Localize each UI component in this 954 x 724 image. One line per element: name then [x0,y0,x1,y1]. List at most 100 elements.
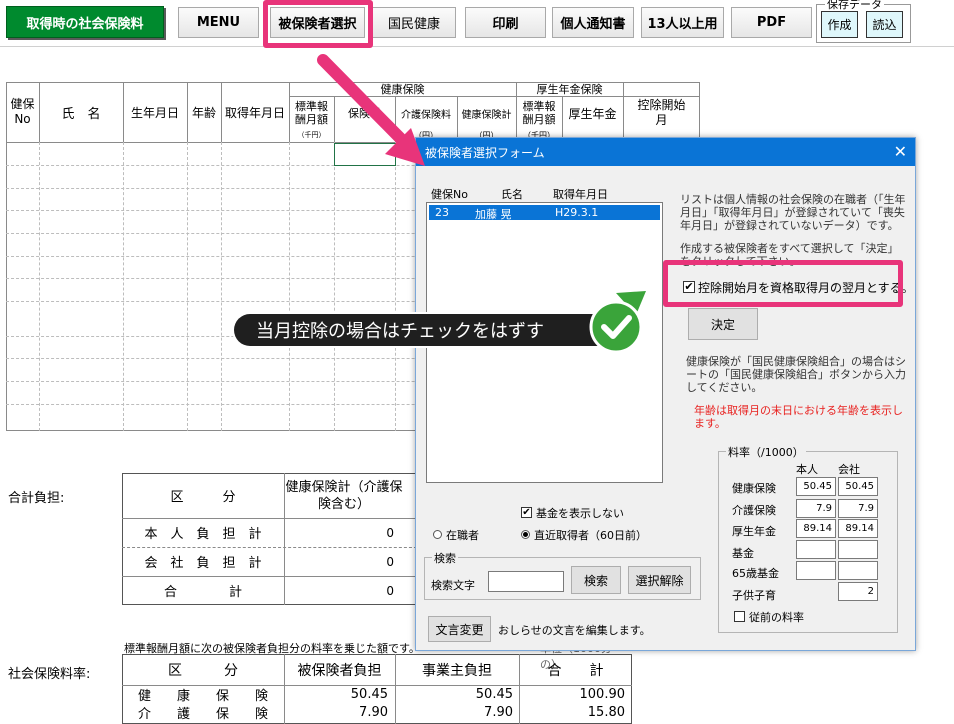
total-row-value: 0 [386,583,394,598]
pdf-button[interactable]: PDF [731,7,812,38]
grid-col [123,142,124,431]
grid-col [334,142,335,431]
total-row-value: 0 [386,554,394,569]
search-button[interactable]: 検索 [571,566,621,594]
header-age: 年齢 [191,105,216,120]
total-row-value: 0 [386,525,394,540]
radio-recent[interactable] [521,530,530,539]
create-button[interactable]: 作成 [821,11,858,38]
callout-text: 当月控除の場合はチェックをはずす [256,321,544,342]
age-note: 年齢は取得月の末日における年齢を表示します。 [694,404,903,430]
dialog-titlebar[interactable]: 被保険者選択フォーム [416,138,915,166]
rate-health-company[interactable]: 50.45 [838,477,878,496]
list-item-no: 23 [435,206,449,219]
load-button[interactable]: 読込 [866,11,903,38]
old-rate-checkbox[interactable] [734,611,745,622]
search-group-legend: 検索 [432,550,458,566]
list-header-name: 氏名 [501,188,523,201]
callout-banner: 当月控除の場合はチェックをはずす [234,314,620,346]
rate-row-employer: 50.45 [475,687,513,702]
highlight-select-insured [263,0,373,48]
total-row-label: 本 人 負 担 計 [144,527,262,542]
rate-row-label: 健 康 保 険 [137,689,268,704]
rate-fund-company[interactable] [838,540,878,559]
text-change-note: おしらせの文言を編集します。 [498,624,651,637]
hide-fund-checkbox[interactable]: ✔ [521,507,532,518]
hide-fund-label: 基金を表示しない [536,507,624,520]
clear-selection-button[interactable]: 選択解除 [628,566,691,594]
rate-group-legend: 料率（/1000） [726,444,806,460]
rate-label-child: 子供子育 [732,589,776,602]
rate-row-insured: 7.90 [359,705,388,720]
total-row-label: 合 計 [163,585,242,600]
rate-label-pension: 厚生年金 [732,525,776,538]
rate-fund65-person[interactable] [796,561,836,580]
list-item[interactable]: 23 加藤 晃 H29.3.1 [429,205,660,221]
rate-col-total: 合 計 [547,662,604,679]
decide-button[interactable]: 決定 [688,308,758,340]
rate-row-insured: 50.45 [350,687,388,702]
highlight-deduct-checkbox [663,260,903,307]
grid-col [289,142,290,431]
menu-button[interactable]: MENU [178,7,259,38]
search-input[interactable] [488,571,564,592]
header-deduct-start: 控除開始月 [637,98,686,127]
header-pension-std: 標準報酬月額 [522,100,556,126]
rate-fund65-company[interactable] [838,561,878,580]
rate-col-employer: 事業主負担 [422,662,492,679]
rate-row-total: 15.80 [587,705,625,720]
header-birth: 生年月日 [130,105,179,120]
national-health-button[interactable]: 国民健康 [372,7,456,38]
header-pension-group: 厚生年金保険 [536,83,603,96]
total-col-category: 区 分 [170,490,236,505]
list-header-no: 健保No [431,188,468,201]
grid-col [187,142,188,431]
list-description: リストは個人情報の社会保険の在職者（「生年月日」「取得年月日」が登録されていて「… [680,193,906,232]
rate-care-company[interactable]: 7.9 [838,499,878,518]
rate-label-care: 介護保険 [732,504,776,517]
rate-row-total: 100.90 [579,687,626,702]
grid-col [221,142,222,431]
print-button[interactable]: 印刷 [465,7,546,38]
toolbar-divider [0,46,954,47]
check-badge-icon [589,291,646,354]
rate-pension-company[interactable]: 89.14 [838,519,878,538]
header-kenpo-no: 健保No [10,97,35,126]
rate-child-company[interactable]: 2 [838,582,878,601]
radio-active[interactable] [433,530,442,539]
header-pension: 厚生年金 [568,106,617,121]
pointer-arrow-icon [317,54,425,166]
rate-pension-person[interactable]: 89.14 [796,519,836,538]
personal-notice-button[interactable]: 個人通知書 [552,7,634,38]
total-row-label: 会 社 負 担 計 [144,556,262,571]
rate-fund-person[interactable] [796,540,836,559]
total-col-health: 健康保険計（介護保険含む） [285,480,403,512]
rate-col-insured: 被保険者負担 [297,662,382,679]
rate-care-person[interactable]: 7.9 [796,499,836,518]
old-rate-label: 従前の料率 [749,611,804,624]
rate-col-category: 区 分 [168,662,238,679]
rate-row-employer: 7.90 [484,705,513,720]
grid-col [39,142,40,431]
rate-health-person[interactable]: 50.45 [796,477,836,496]
list-item-date: H29.3.1 [555,206,599,219]
radio-active-label: 在職者 [446,529,479,542]
list-item-name: 加藤 晃 [475,208,512,221]
text-change-button[interactable]: 文言変更 [428,616,491,642]
over13-button[interactable]: 13人以上用 [641,7,724,38]
rate-label: 社会保険料率: [8,667,91,682]
select-insured-dialog: 被保険者選択フォーム ✕ 健保No 氏名 取得年月日 23 加藤 晃 H29.3… [415,137,916,651]
rate-label-health: 健康保険 [732,482,776,495]
rate-col-person: 本人 [796,463,818,476]
rate-label-fund: 基金 [732,547,754,560]
search-label: 検索文字 [431,579,475,592]
header-name: 氏 名 [61,106,101,122]
header-acquire: 取得年月日 [224,105,285,120]
radio-dot-icon [523,532,528,537]
radio-recent-label: 直近取得者（60日前） [534,529,647,542]
list-header-date: 取得年月日 [553,188,608,201]
total-burden-label: 合計負担: [8,491,65,506]
close-icon[interactable]: ✕ [894,142,907,161]
sheet-title-button[interactable]: 取得時の社会保険料 [6,6,164,38]
grid-col [395,142,396,431]
